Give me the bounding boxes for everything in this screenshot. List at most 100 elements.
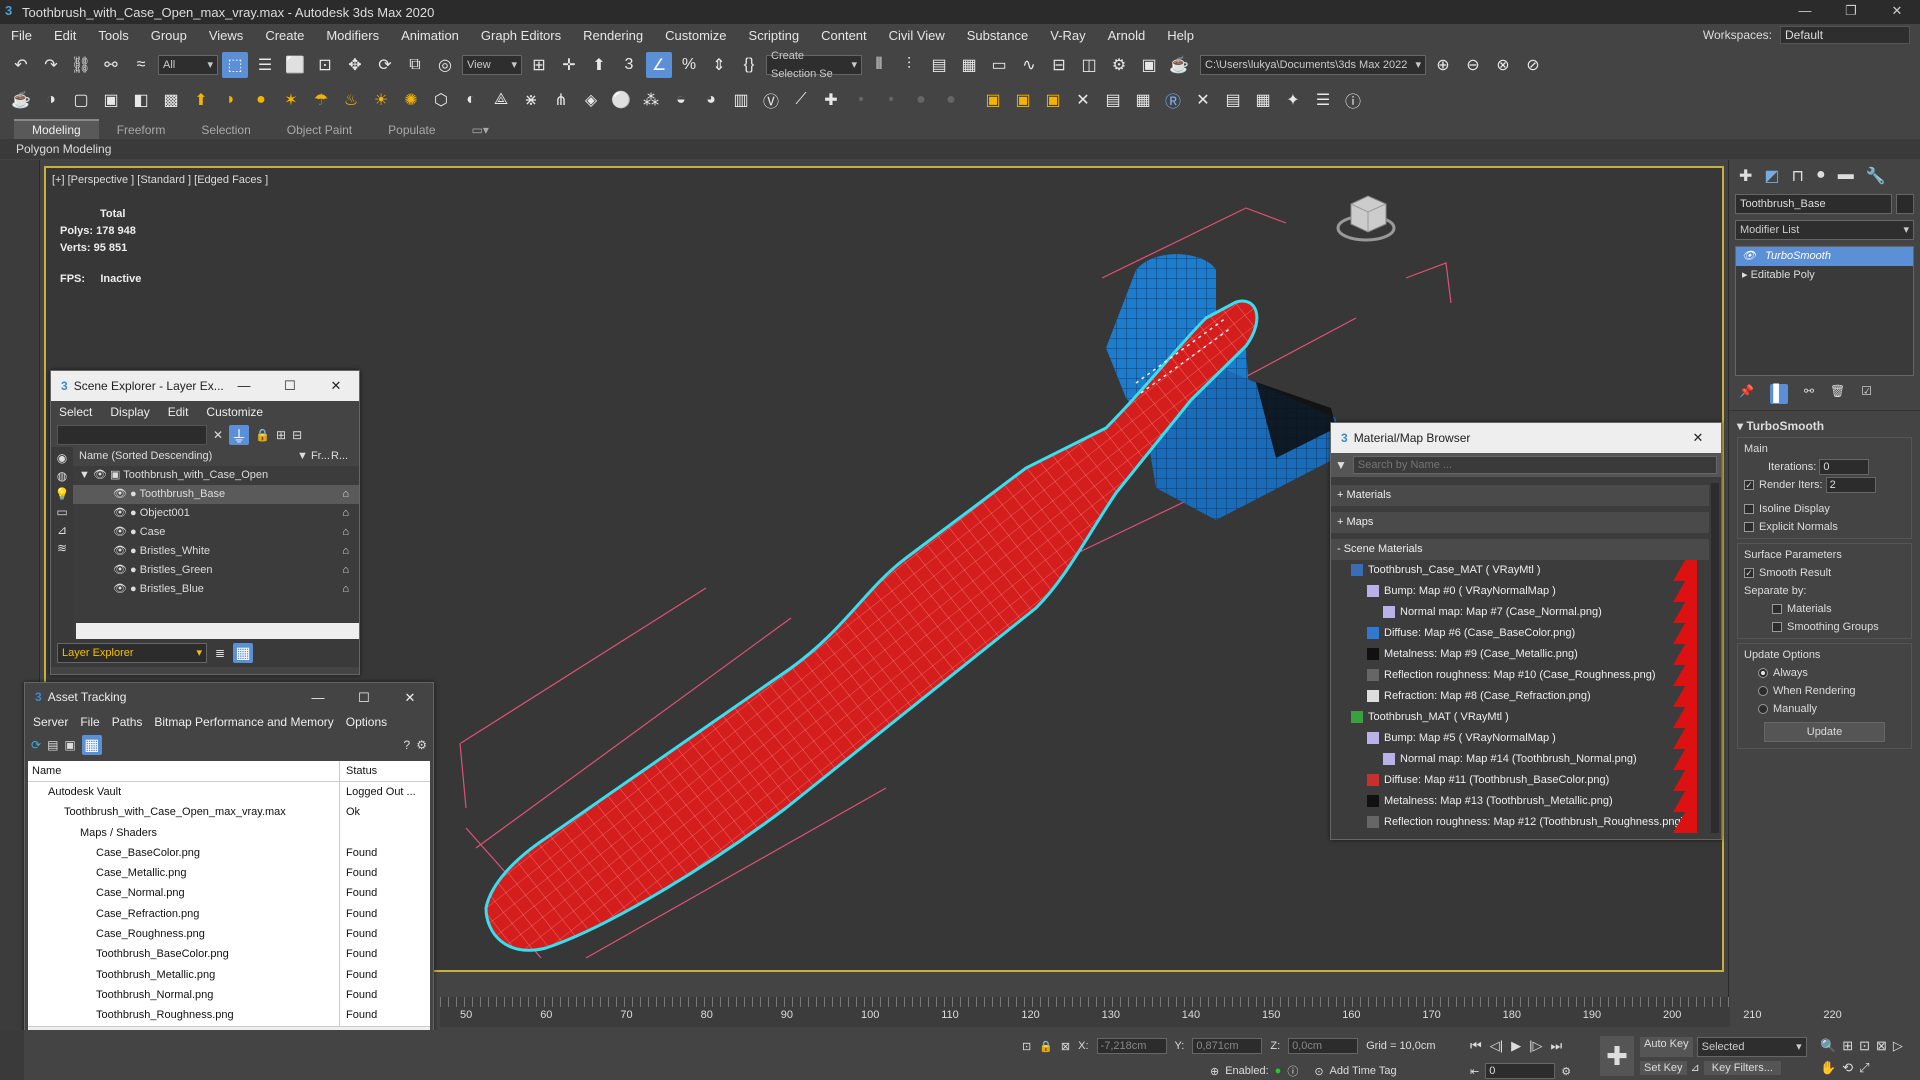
map-item[interactable]: Reflection roughness: Map #10 (Case_Roug… (1331, 665, 1709, 686)
vray-material-icon[interactable]: ⚪ (608, 87, 634, 113)
menu-scripting[interactable]: Scripting (738, 28, 811, 43)
case-mesh[interactable] (1106, 254, 1336, 520)
menu-arnold[interactable]: Arnold (1097, 28, 1157, 43)
asset-row[interactable]: Case_BaseColor.png Found (28, 842, 430, 864)
teapot-icon[interactable]: ☕ (8, 87, 34, 113)
vray-icon-3[interactable]: ▣ (98, 87, 124, 113)
material-item[interactable]: Toothbrush_Case_MAT ( VRayMtl ) (1331, 560, 1709, 581)
at-minimize-button[interactable]: — (295, 683, 341, 713)
iterations-spinner[interactable]: 0 (1819, 459, 1870, 476)
table-view-icon[interactable]: ▦ (81, 735, 102, 755)
asset-tracking-titlebar[interactable]: 3 Asset Tracking — ☐ ✕ (25, 683, 433, 711)
project-icon-2[interactable]: ⊖ (1460, 52, 1486, 78)
vray-clipper-icon[interactable]: ◈ (578, 87, 604, 113)
fp-icon-2[interactable]: ▣ (1010, 87, 1036, 113)
menu-tools[interactable]: Tools (87, 28, 139, 43)
goto-end-icon[interactable]: ⏭ (1550, 1038, 1562, 1054)
refresh-icon[interactable]: ⟳ (31, 738, 41, 752)
select-object-icon[interactable]: ⬚ (222, 52, 248, 78)
map-item[interactable]: Metalness: Map #13 (Toothbrush_Metallic.… (1331, 791, 1709, 812)
pin-stack-icon[interactable]: 📌 (1739, 384, 1754, 404)
render-frame-icon[interactable]: ▣ (1136, 52, 1162, 78)
layer-stack-icon[interactable]: ≣ (215, 646, 225, 660)
pivot-icon[interactable]: ⊞ (526, 52, 552, 78)
snap-icon[interactable]: 3 (616, 52, 642, 78)
window-crossing-icon[interactable]: ⊡ (312, 52, 338, 78)
y-field[interactable]: 0,871cm (1192, 1038, 1263, 1054)
mmb-group-scene-materials[interactable]: - Scene Materials (1331, 539, 1709, 560)
menu-group[interactable]: Group (140, 28, 198, 43)
motion-tab-icon[interactable]: ● (1816, 166, 1826, 186)
vray-vfb-icon[interactable]: ▥ (728, 87, 754, 113)
display-tab-icon[interactable]: ▬ (1838, 166, 1854, 186)
at-col-name[interactable]: Name (28, 761, 340, 781)
geometry-icon[interactable]: ◍ (57, 469, 67, 483)
vray-sphere-light-icon[interactable]: ● (248, 87, 274, 113)
scene-explorer-icon[interactable]: ▤ (926, 52, 952, 78)
asset-row[interactable]: Toothbrush_Normal.png Found (28, 984, 430, 1006)
redo-icon[interactable]: ↷ (38, 52, 64, 78)
map-item[interactable]: Bump: Map #5 ( VRayNormalMap ) (1331, 728, 1709, 749)
vray-proxy-icon[interactable]: ⬡ (428, 87, 454, 113)
time-config-icon[interactable]: ⚙ (1561, 1065, 1571, 1078)
vray-sun-icon-3[interactable]: ✺ (398, 87, 424, 113)
tool-icon-9[interactable]: ✦ (1280, 87, 1306, 113)
vray-icon-5[interactable]: ▩ (158, 87, 184, 113)
fp-icon-1[interactable]: ▣ (980, 87, 1006, 113)
vray-grass-icon[interactable]: ⋔ (548, 87, 574, 113)
tool-icon-5[interactable]: ▦ (1130, 87, 1156, 113)
workspace-select[interactable]: Default (1780, 26, 1910, 44)
smoothing-groups-checkbox[interactable] (1772, 622, 1782, 633)
rect-selection-icon[interactable]: ⬜ (282, 52, 308, 78)
key-filters-button[interactable]: Key Filters... (1703, 1061, 1781, 1075)
tree-item[interactable]: 👁 ● Case ⌂ (73, 523, 359, 542)
close-button[interactable]: ✕ (1874, 0, 1920, 24)
tab-freeform[interactable]: Freeform (99, 121, 184, 139)
project-path-dropdown[interactable]: C:\Users\lukya\Documents\3ds Max 2022 ▾ (1200, 55, 1426, 75)
time-tag-icon[interactable]: ⊙ (1314, 1065, 1323, 1078)
map-item[interactable]: Refraction: Map #8 (Case_Refraction.png) (1331, 686, 1709, 707)
link-icon[interactable]: ⛓ (68, 52, 94, 78)
menu-modifiers[interactable]: Modifiers (315, 28, 390, 43)
menu-customize[interactable]: Customize (654, 28, 737, 43)
named-selection-dropdown[interactable]: Create Selection Se ▾ (766, 50, 862, 80)
maximize-button[interactable]: ❐ (1828, 0, 1874, 24)
key-mode-icon[interactable]: ✛ (556, 52, 582, 78)
material-item[interactable]: Toothbrush_MAT ( VRayMtl ) (1331, 707, 1709, 728)
asset-row[interactable]: Toothbrush_Roughness.png Found (28, 1005, 430, 1026)
asset-row[interactable]: Toothbrush_Metallic.png Found (28, 964, 430, 985)
viewcube-icon[interactable] (1336, 195, 1396, 242)
polygon-modeling-label[interactable]: Polygon Modeling (16, 142, 111, 156)
render-iters-checkbox[interactable]: ✓ (1744, 480, 1754, 491)
hierarchy-icon[interactable]: ⊞ (276, 428, 286, 442)
se-menu-edit[interactable]: Edit (168, 405, 189, 419)
render-setup-icon[interactable]: ⚙ (1106, 52, 1132, 78)
select-by-name-icon[interactable]: ☰ (252, 52, 278, 78)
isoline-checkbox[interactable] (1744, 504, 1754, 515)
map-item[interactable]: Diffuse: Map #6 (Case_BaseColor.png) (1331, 623, 1709, 644)
turbosmooth-rollout[interactable]: ▾ TurboSmooth (1737, 417, 1912, 435)
auto-key-button[interactable]: Auto Key (1640, 1037, 1693, 1057)
make-unique-icon[interactable]: ⚯ (1804, 384, 1814, 404)
explicit-normals-checkbox[interactable] (1744, 522, 1754, 533)
minimize-button[interactable]: — (1782, 0, 1828, 24)
tree-item[interactable]: 👁 ● Bristles_White ⌂ (73, 542, 359, 561)
at-menu-server[interactable]: Server (33, 715, 68, 729)
layer-explorer-icon[interactable]: ▦ (956, 52, 982, 78)
tool-icon-1[interactable]: ⟋ (788, 87, 814, 113)
tool-icon-8[interactable]: ▦ (1250, 87, 1276, 113)
rc-icon[interactable]: Ⓡ (1160, 87, 1186, 113)
help-icon[interactable]: ⓘ (1340, 87, 1366, 113)
render-icon[interactable]: ☕ (1166, 52, 1192, 78)
menu-vray[interactable]: V-Ray (1039, 28, 1096, 43)
object-name-field[interactable]: Toothbrush_Base (1735, 194, 1892, 214)
abs-mode-icon[interactable]: ⊠ (1061, 1040, 1070, 1053)
selection-filter-dropdown[interactable]: All ▾ (158, 55, 218, 75)
add-time-tag[interactable]: Add Time Tag (1330, 1065, 1397, 1077)
layer-explorer-dropdown[interactable]: Layer Explorer ▾ (57, 643, 207, 663)
tree-item[interactable]: 👁 ● Bristles_Green ⌂ (73, 561, 359, 580)
asset-row[interactable]: Toothbrush_with_Case_Open_max_vray.max Ok (28, 802, 430, 823)
key-set-dropdown[interactable]: Selected ▾ (1696, 1037, 1807, 1057)
always-radio[interactable] (1758, 668, 1768, 679)
at-close-button[interactable]: ✕ (387, 683, 433, 713)
